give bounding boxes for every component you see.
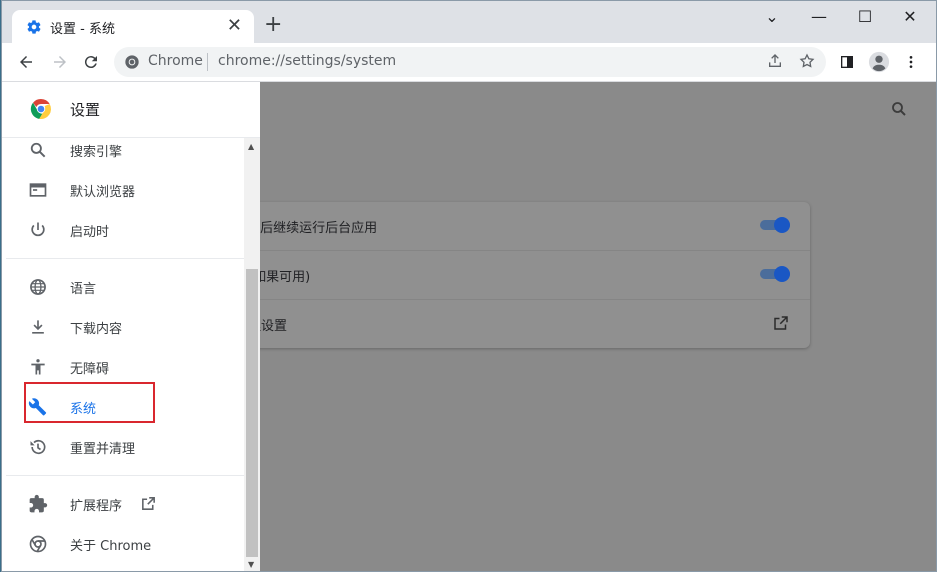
tab-strip: 设置 - 系统 ✕ + ⌄ — ☐ ✕ [2,1,936,43]
maximize-button[interactable]: ☐ [845,5,885,29]
system-settings-card: e 后继续运行后台应用 (如果可用) 理设置 [214,202,810,348]
browser-icon [29,183,47,197]
reload-button[interactable] [78,49,104,75]
sidebar-item-languages[interactable]: 语言 [2,267,244,307]
external-link-icon [774,316,788,330]
sidebar-item-about-chrome[interactable]: 关于 Chrome [2,524,244,564]
sidebar-item-default-browser[interactable]: 默认浏览器 [2,170,244,210]
menu-divider [6,258,244,259]
sidebar-item-extensions[interactable]: 扩展程序 [2,484,244,524]
address-bar[interactable]: Chrome chrome://settings/system [114,47,826,77]
toolbar: Chrome chrome://settings/system [2,43,936,82]
gear-icon [27,20,41,34]
hardware-acceleration-toggle[interactable] [760,266,790,282]
sidebar-item-downloads[interactable]: 下载内容 [2,307,244,347]
download-icon [32,320,44,334]
sidebar-item-label: 重置并清理 [70,442,136,457]
puzzle-icon [29,494,48,513]
chrome-icon [125,55,139,69]
close-window-button[interactable]: ✕ [890,5,930,29]
tab-close-icon[interactable]: ✕ [227,16,242,36]
scroll-thumb[interactable] [246,269,258,557]
accessibility-icon [31,359,45,375]
history-icon [30,439,46,455]
url-text[interactable]: chrome://settings/system [218,53,396,69]
chrome-logo [30,98,52,120]
sidebar-item-label: 语言 [70,282,97,297]
minimize-button[interactable]: — [799,5,839,29]
drawer-scrollbar[interactable]: ▲ ▼ [244,138,260,571]
bookmark-star-icon[interactable] [797,53,817,71]
sidebar-item-label: 无障碍 [70,362,110,377]
sidebar-item-label: 搜索引擎 [70,145,123,160]
sidebar-item-on-startup[interactable]: 启动时 [2,210,244,250]
search-icon [30,142,46,158]
sidebar-item-label: 下载内容 [70,322,123,337]
search-icon[interactable] [890,100,908,118]
back-button[interactable] [13,49,39,75]
tab-search-button[interactable]: ⌄ [752,5,792,29]
drawer-header: 设置 [2,82,260,138]
profile-avatar-icon[interactable] [868,51,890,73]
globe-icon [30,279,46,295]
site-label: Chrome [148,53,203,69]
side-panel-icon[interactable] [836,51,858,73]
sidebar-item-label: 扩展程序 [70,499,123,514]
settings-drawer: 设置 搜索引擎 默认浏览器 启动时 语言 下载内容 无障碍 系统 重置并清理 扩… [2,82,260,571]
highlight-box [24,382,155,423]
background-apps-row[interactable]: e 后继续运行后台应用 [214,202,810,251]
hardware-acceleration-row[interactable]: (如果可用) [214,251,810,300]
arrow-left-icon [20,56,32,68]
share-icon[interactable] [765,53,785,71]
arrow-right-icon [54,56,66,68]
menu-divider [6,475,244,476]
scroll-up-arrow-icon[interactable]: ▲ [248,142,254,151]
forward-button[interactable] [47,49,73,75]
sidebar-item-reset[interactable]: 重置并清理 [2,427,244,467]
settings-menu: 搜索引擎 默认浏览器 启动时 语言 下载内容 无障碍 系统 重置并清理 扩展程序… [2,138,244,571]
more-menu-icon[interactable] [900,51,922,73]
reload-icon [84,56,97,69]
browser-window: 设置 - 系统 ✕ + ⌄ — ☐ ✕ Chrome chrome://sett… [1,0,937,572]
power-icon [31,222,45,237]
external-link-icon [142,497,155,510]
tab-title: 设置 - 系统 [50,22,115,37]
sidebar-item-search-engine[interactable]: 搜索引擎 [2,138,244,170]
sidebar-item-label: 关于 Chrome [70,539,152,554]
row-label: e 后继续运行后台应用 [248,221,378,236]
tab-settings[interactable]: 设置 - 系统 ✕ [12,10,254,43]
sidebar-item-label: 启动时 [70,225,110,240]
chrome-icon [29,535,47,553]
omnibox-separator [207,53,208,71]
scroll-down-arrow-icon[interactable]: ▼ [248,560,254,569]
new-tab-button[interactable]: + [264,13,282,37]
sidebar-item-label: 默认浏览器 [70,185,136,200]
background-apps-toggle[interactable] [760,217,790,233]
proxy-settings-row[interactable]: 理设置 [214,300,810,348]
drawer-title: 设置 [70,101,101,119]
sidebar-item-accessibility[interactable]: 无障碍 [2,347,244,387]
